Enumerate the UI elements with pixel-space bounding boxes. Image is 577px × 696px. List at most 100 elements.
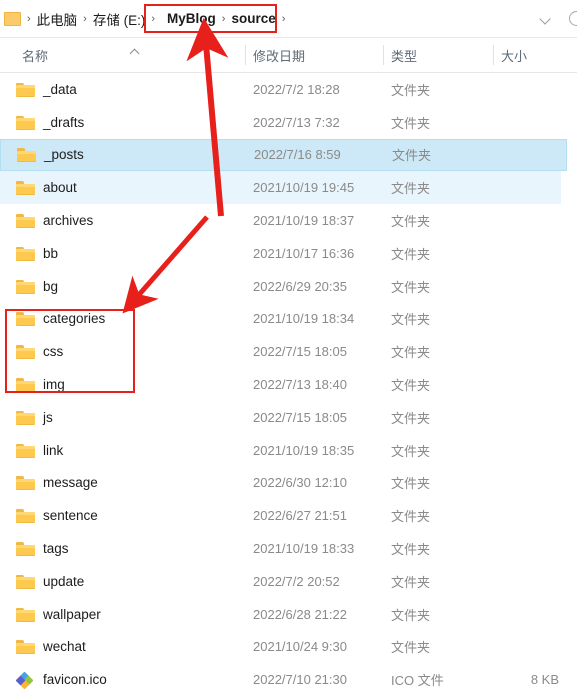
file-name-cell: about (43, 180, 77, 196)
folder-icon (16, 343, 36, 360)
date-modified-cell: 2022/7/13 18:40 (253, 377, 347, 393)
date-modified-cell: 2021/10/19 19:45 (253, 180, 355, 196)
folder-icon (16, 310, 36, 327)
column-divider-1[interactable] (245, 45, 246, 65)
breadcrumb-separator-4[interactable]: › (276, 13, 292, 25)
table-row[interactable]: img 2022/7/13 18:40 文件夹 (0, 368, 577, 401)
file-name-cell: favicon.ico (43, 672, 107, 688)
chevron-down-icon[interactable] (539, 12, 553, 26)
file-name-cell: bb (43, 245, 59, 261)
date-modified-cell: 2021/10/19 18:33 (253, 541, 355, 557)
table-row[interactable]: wechat 2021/10/24 9:30 文件夹 (0, 631, 577, 664)
table-row[interactable]: favicon.ico 2022/7/10 21:30 ICO 文件 8 KB (0, 663, 577, 696)
folder-icon (16, 114, 36, 131)
file-name-cell: bg (43, 278, 59, 294)
date-modified-cell: 2022/7/2 20:52 (253, 573, 340, 589)
folder-icon (16, 212, 36, 229)
column-divider-2[interactable] (383, 45, 384, 65)
table-row[interactable]: _drafts 2022/7/13 7:32 文件夹 (0, 106, 577, 139)
table-row[interactable]: tags 2021/10/19 18:33 文件夹 (0, 532, 577, 565)
folder-icon (16, 638, 36, 655)
file-type-cell: 文件夹 (391, 509, 431, 525)
folder-icon (16, 606, 36, 623)
date-modified-cell: 2021/10/19 18:34 (253, 311, 355, 327)
table-row[interactable]: message 2022/6/30 12:10 文件夹 (0, 467, 577, 500)
date-modified-cell: 2021/10/19 18:35 (253, 442, 355, 458)
folder-icon (17, 146, 37, 163)
table-row[interactable]: css 2022/7/15 18:05 文件夹 (0, 335, 577, 368)
date-modified-cell: 2022/7/2 18:28 (253, 81, 340, 97)
column-divider-3[interactable] (493, 45, 494, 65)
breadcrumb-this-pc[interactable]: 此电脑 (37, 9, 78, 29)
table-row[interactable]: js 2022/7/15 18:05 文件夹 (0, 401, 577, 434)
column-header-date-modified[interactable]: 修改日期 (253, 38, 305, 72)
column-header-type[interactable]: 类型 (391, 38, 417, 72)
column-header-row: 名称 修改日期 类型 大小 (0, 38, 577, 73)
breadcrumb-drive-e[interactable]: 存储 (E:) (93, 9, 146, 29)
file-type-cell: 文件夹 (391, 443, 431, 459)
date-modified-cell: 2022/6/27 21:51 (253, 508, 347, 524)
file-name-cell: update (43, 573, 85, 589)
table-row[interactable]: bg 2022/6/29 20:35 文件夹 (0, 270, 577, 303)
file-type-cell: 文件夹 (391, 476, 431, 492)
table-row[interactable]: _data 2022/7/2 18:28 文件夹 (0, 73, 577, 106)
file-type-cell: 文件夹 (391, 574, 431, 590)
folder-icon (16, 179, 36, 196)
file-name-cell: wallpaper (43, 606, 101, 622)
file-type-cell: 文件夹 (391, 410, 431, 426)
breadcrumb-separator-3: › (221, 12, 226, 25)
folder-icon (16, 245, 36, 262)
breadcrumb-source[interactable]: source (231, 11, 275, 26)
file-name-cell: link (43, 442, 64, 458)
table-row[interactable]: bb 2021/10/17 16:36 文件夹 (0, 237, 577, 270)
folder-icon (16, 507, 36, 524)
date-modified-cell: 2022/6/29 20:35 (253, 278, 347, 294)
file-type-cell: 文件夹 (391, 312, 431, 328)
folder-icon (16, 376, 36, 393)
file-type-cell: 文件夹 (391, 345, 431, 361)
file-type-cell: 文件夹 (391, 82, 431, 98)
column-header-size[interactable]: 大小 (501, 38, 527, 72)
file-name-cell: _data (43, 81, 77, 97)
file-name-cell: _posts (44, 147, 84, 163)
column-header-name[interactable]: 名称 (22, 38, 48, 72)
table-row[interactable]: categories 2021/10/19 18:34 文件夹 (0, 303, 577, 336)
date-modified-cell: 2022/7/15 18:05 (253, 344, 347, 360)
file-name-cell: css (43, 344, 64, 360)
file-name-cell: tags (43, 541, 69, 557)
breadcrumb-highlighted-group: MyBlog › source › (161, 0, 297, 37)
file-name-cell: sentence (43, 508, 98, 524)
file-type-cell: 文件夹 (392, 148, 432, 164)
folder-icon (16, 409, 36, 426)
file-type-cell: 文件夹 (391, 640, 431, 656)
address-bar[interactable]: › 此电脑 › 存储 (E:) › MyBlog › source › (0, 0, 577, 38)
date-modified-cell: 2021/10/19 18:37 (253, 213, 355, 229)
table-row[interactable]: about 2021/10/19 19:45 文件夹 (0, 171, 561, 205)
folder-icon (16, 474, 36, 491)
breadcrumb-myblog[interactable]: MyBlog (167, 11, 216, 26)
breadcrumb-separator-1: › (83, 12, 87, 25)
folder-icon (16, 442, 36, 459)
file-size-cell: 8 KB (530, 672, 559, 688)
table-row[interactable]: archives 2021/10/19 18:37 文件夹 (0, 204, 577, 237)
table-row[interactable]: sentence 2022/6/27 21:51 文件夹 (0, 499, 577, 532)
table-row[interactable]: wallpaper 2022/6/28 21:22 文件夹 (0, 598, 577, 631)
table-row[interactable]: link 2021/10/19 18:35 文件夹 (0, 434, 577, 467)
table-row[interactable]: update 2022/7/2 20:52 文件夹 (0, 565, 577, 598)
file-type-cell: 文件夹 (391, 246, 431, 262)
table-row[interactable]: _posts 2022/7/16 8:59 文件夹 (0, 138, 567, 172)
folder-icon (16, 81, 36, 98)
file-type-cell: 文件夹 (391, 542, 431, 558)
file-name-cell: wechat (43, 639, 86, 655)
file-name-cell: archives (43, 213, 94, 229)
sort-ascending-caret-icon (130, 48, 140, 55)
date-modified-cell: 2022/7/10 21:30 (253, 672, 347, 688)
file-list[interactable]: _data 2022/7/2 18:28 文件夹 _drafts 2022/7/13 7… (0, 73, 577, 690)
file-name-cell: categories (43, 311, 106, 327)
date-modified-cell: 2022/7/15 18:05 (253, 409, 347, 425)
folder-icon (4, 11, 21, 26)
ico-file-icon (15, 671, 36, 690)
search-icon[interactable] (569, 11, 577, 26)
file-name-cell: js (43, 409, 53, 425)
file-name-cell: _drafts (43, 114, 85, 130)
